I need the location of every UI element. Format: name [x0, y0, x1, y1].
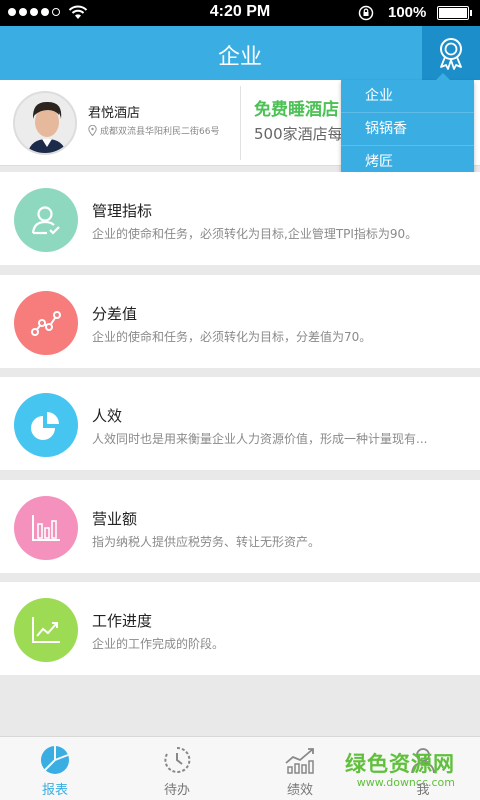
list-item-work-progress[interactable]: 工作进度 企业的工作完成的阶段。 [0, 582, 480, 675]
dropdown-item-guoguoxiang[interactable]: 锅锅香 [341, 113, 474, 146]
tab-label: 待办 [163, 783, 190, 798]
list-item-title: 营业额 [92, 510, 138, 528]
list-item-desc: 指为纳税人提供应税劳务、转让无形资产。 [92, 535, 321, 549]
tab-reports[interactable]: 报表 [15, 743, 95, 798]
tab-label: 报表 [41, 783, 68, 798]
list-item-desc: 企业的使命和任务，必须转化为目标，分差值为70。 [92, 330, 372, 344]
tab-label: 绩效 [286, 783, 313, 798]
list-item-difference-value[interactable]: 分差值 企业的使命和任务，必须转化为目标，分差值为70。 [0, 275, 480, 368]
location-pin-icon [88, 125, 97, 136]
tab-todo[interactable]: 待办 [137, 743, 217, 798]
award-badge-icon [440, 38, 462, 70]
line-graph-icon [14, 291, 78, 355]
page-title: 企业 [217, 45, 262, 70]
profile-divider [240, 86, 241, 160]
clock-icon [164, 746, 191, 773]
list-item-desc: 企业的使命和任务，必须转化为目标,企业管理TPI指标为90。 [92, 227, 418, 241]
list-item-title: 人效 [92, 407, 123, 425]
dropdown-item-company[interactable]: 企业 [341, 80, 474, 113]
list-item-title: 工作进度 [92, 612, 153, 630]
tab-performance[interactable]: 绩效 [260, 743, 340, 798]
bar-chart-icon [14, 496, 78, 560]
status-bar: 4:20 PM 100% [0, 0, 480, 26]
report-pie-icon [41, 746, 69, 774]
promo-subtitle: 500家酒店每 [254, 125, 343, 143]
battery-percent: 100% [388, 4, 427, 21]
list-item-title: 分差值 [92, 305, 138, 323]
badge-menu-button[interactable] [422, 26, 480, 80]
watermark: 绿色资源网 www.downcc.com [345, 748, 455, 789]
watermark-url: www.downcc.com [356, 776, 455, 789]
promo-title[interactable]: 免费睡酒店 [254, 95, 339, 120]
list-item-title: 管理指标 [92, 202, 153, 220]
list-item-human-efficiency[interactable]: 人效 人效同时也是用来衡量企业人力资源价值，形成一种计量现有... [0, 377, 480, 470]
hotel-address: 成都双流县华阳利民二街66号 [88, 124, 219, 137]
person-check-icon [14, 188, 78, 252]
trend-chart-icon [14, 598, 78, 662]
pie-chart-icon [14, 393, 78, 457]
hotel-name: 君悦酒店 [88, 106, 141, 121]
watermark-text: 绿色资源网 [345, 752, 455, 776]
list-item-management-index[interactable]: 管理指标 企业的使命和任务，必须转化为目标,企业管理TPI指标为90。 [0, 172, 480, 265]
header-bar: 企业 [0, 26, 480, 80]
performance-chart-icon [285, 748, 314, 774]
list-item-desc: 人效同时也是用来衡量企业人力资源价值，形成一种计量现有... [92, 432, 428, 446]
list-item-turnover[interactable]: 营业额 指为纳税人提供应税劳务、转让无形资产。 [0, 480, 480, 573]
list-item-desc: 企业的工作完成的阶段。 [92, 637, 225, 651]
company-dropdown: 企业 锅锅香 烤匠 [341, 73, 474, 180]
hotel-address-text: 成都双流县华阳利民二街66号 [100, 127, 220, 137]
avatar [13, 91, 77, 155]
battery-icon [437, 6, 472, 20]
rotation-lock-icon [358, 5, 374, 21]
